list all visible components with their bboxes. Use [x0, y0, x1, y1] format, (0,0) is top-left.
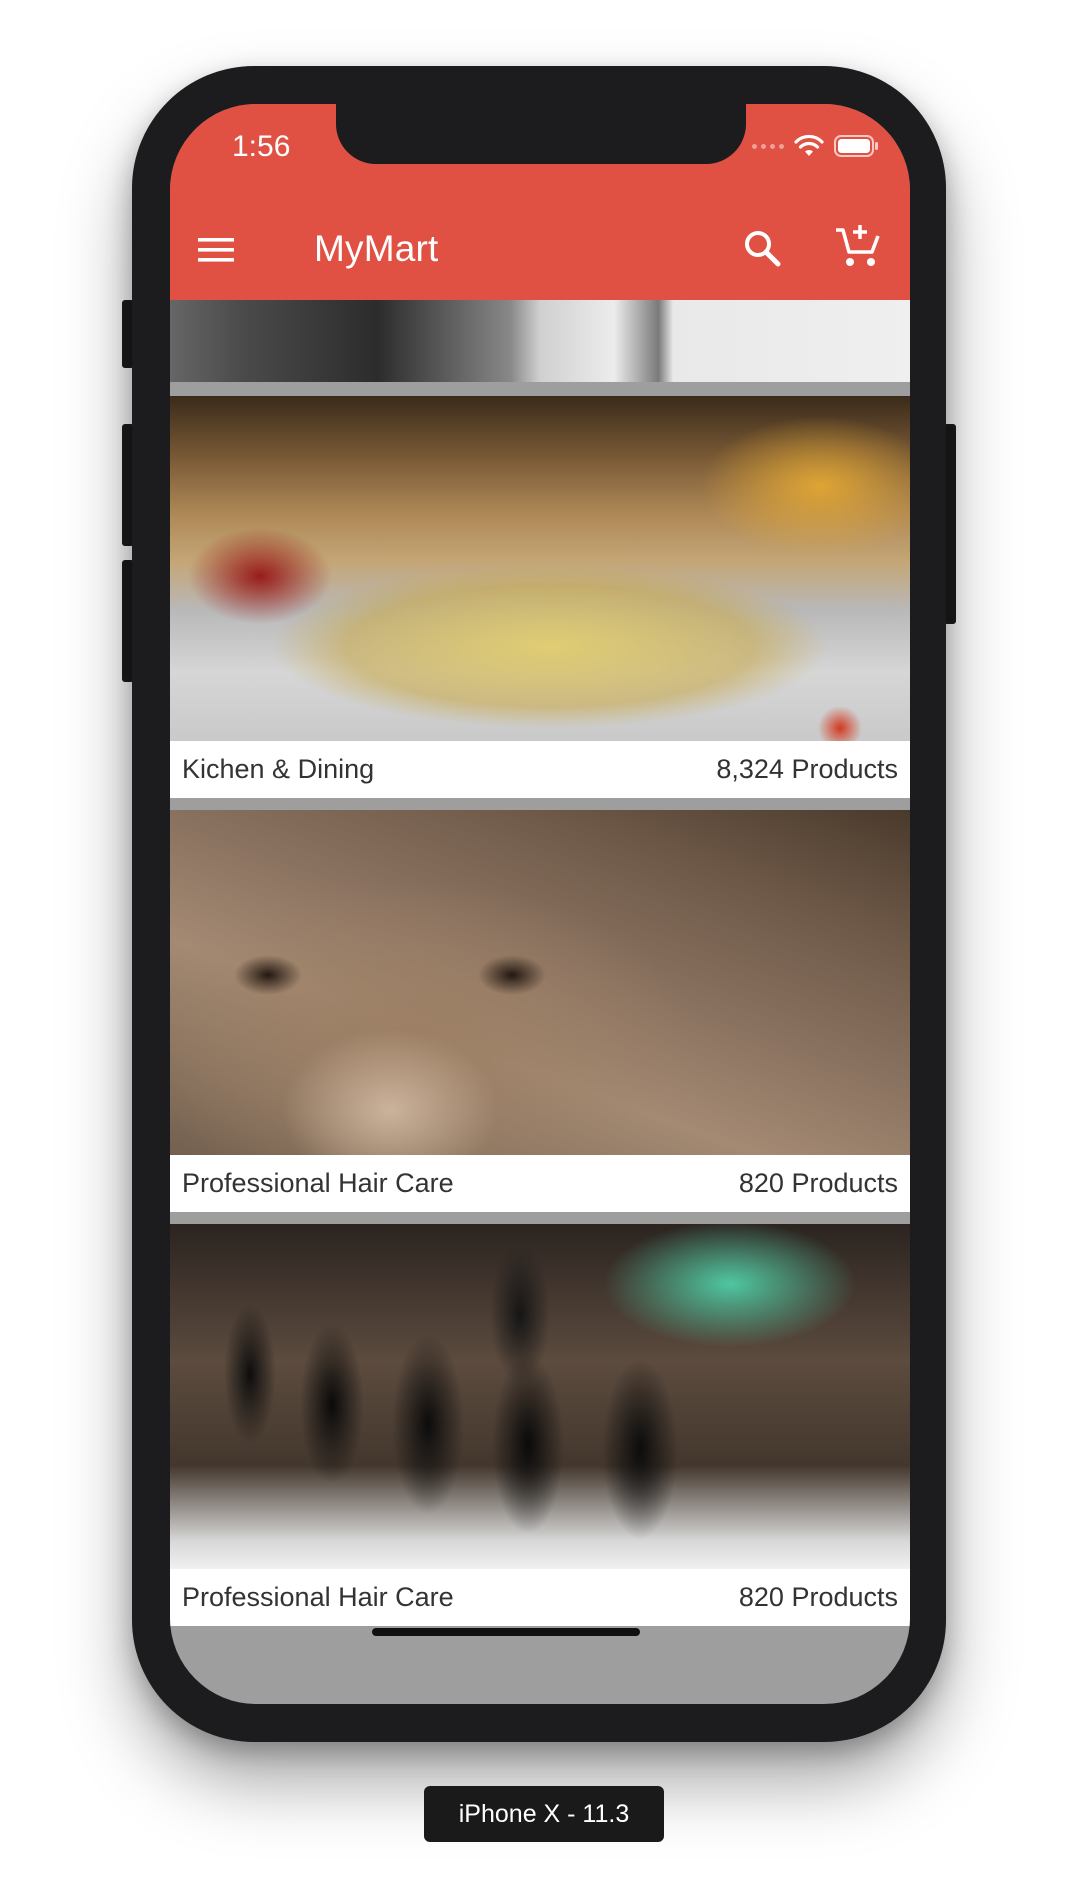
category-card[interactable]: Professional Hair Care 820 Products [170, 1224, 910, 1626]
category-count: 820 Products [738, 1168, 898, 1198]
category-count: 8,324 Products [716, 754, 898, 784]
home-indicator[interactable] [372, 1628, 640, 1636]
battery-icon [834, 135, 878, 157]
toolbar: MyMart [170, 202, 910, 300]
status-icons [752, 134, 880, 158]
partial-category-image[interactable] [170, 300, 910, 382]
search-icon[interactable] [740, 226, 784, 270]
app-title: MyMart [314, 228, 439, 269]
category-footer: Kichen & Dining 8,324 Products [170, 741, 910, 798]
category-footer: Professional Hair Care 820 Products [170, 1155, 910, 1212]
wifi-icon [794, 134, 824, 156]
device-label: iPhone X - 11.3 [424, 1786, 664, 1842]
category-name: Professional Hair Care [182, 1582, 454, 1612]
category-card[interactable]: Kichen & Dining 8,324 Products [170, 396, 910, 798]
add-to-cart-icon[interactable] [834, 222, 882, 270]
category-list: Kichen & Dining 8,324 Products Professio… [170, 300, 910, 1704]
hamburger-menu-icon[interactable] [196, 230, 236, 270]
device-screen: 1:56 MyMart Kichen & Dining 8,324 Produc… [170, 104, 910, 1704]
category-footer: Professional Hair Care 820 Products [170, 1569, 910, 1626]
simulator-stage: 1:56 MyMart Kichen & Dining 8,324 Produc… [0, 0, 1078, 1904]
notch [336, 104, 746, 164]
category-count: 820 Products [738, 1582, 898, 1612]
category-image [170, 396, 910, 741]
category-image [170, 1224, 910, 1569]
category-card[interactable]: Professional Hair Care 820 Products [170, 810, 910, 1212]
category-image [170, 810, 910, 1155]
status-time: 1:56 [232, 130, 291, 163]
signal-icon [752, 143, 784, 149]
category-name: Kichen & Dining [182, 754, 375, 784]
category-name: Professional Hair Care [182, 1168, 454, 1198]
